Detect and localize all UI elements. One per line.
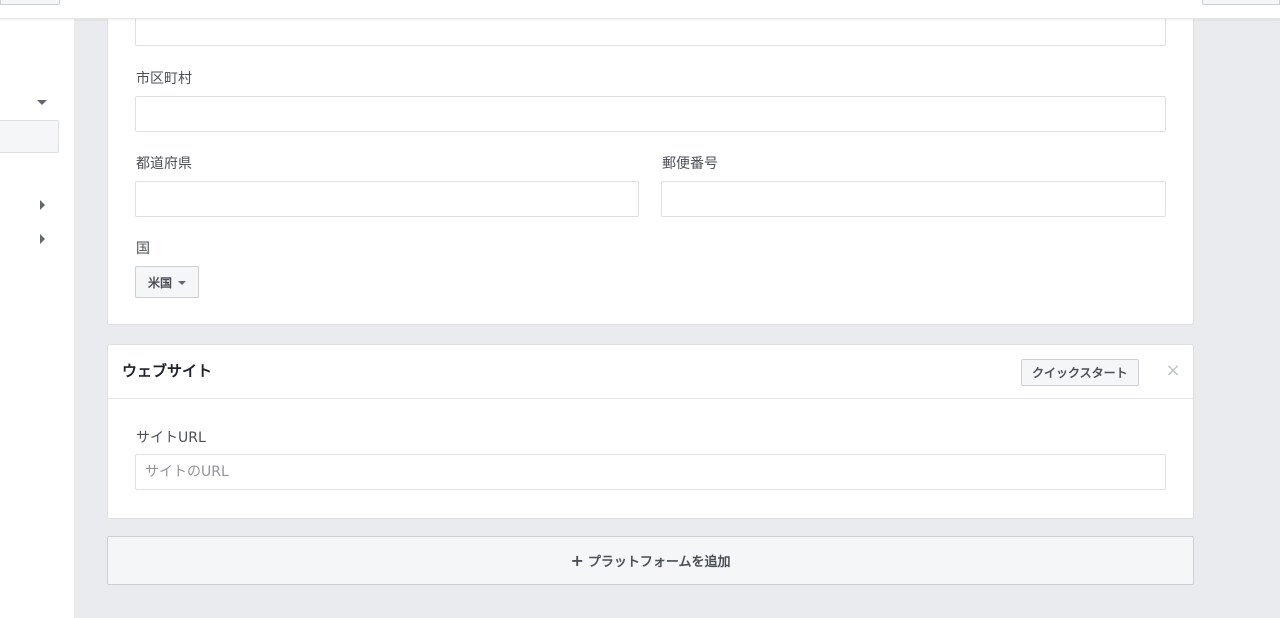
address-card: 市区町村 都道府県 郵便番号 国 米国 <box>107 0 1194 325</box>
caret-right-icon[interactable] <box>40 200 45 210</box>
city-label: 市区町村 <box>136 71 192 87</box>
chevron-down-icon <box>178 280 187 285</box>
website-card-header: ウェブサイト クイックスタート × <box>108 345 1193 399</box>
sidebar-field[interactable] <box>0 120 59 153</box>
top-bar <box>0 0 1280 19</box>
country-label: 国 <box>136 241 150 257</box>
quickstart-button[interactable]: クイックスタート <box>1021 359 1139 386</box>
postal-code-label: 郵便番号 <box>662 156 718 172</box>
add-platform-button[interactable]: + プラットフォームを追加 <box>107 536 1194 585</box>
add-platform-label: プラットフォームを追加 <box>587 555 731 570</box>
prefecture-label: 都道府県 <box>136 156 192 172</box>
site-url-label: サイトURL <box>136 430 206 446</box>
prefecture-input[interactable] <box>135 181 639 217</box>
plus-icon: + <box>570 550 584 570</box>
website-card-title: ウェブサイト <box>122 362 213 380</box>
close-icon[interactable]: × <box>1165 362 1181 380</box>
city-input[interactable] <box>135 96 1166 132</box>
site-url-input[interactable] <box>135 454 1166 490</box>
postal-code-input[interactable] <box>661 181 1166 217</box>
website-card: ウェブサイト クイックスタート × サイトURL <box>107 344 1194 519</box>
caret-right-icon[interactable] <box>40 234 45 244</box>
caret-down-icon[interactable] <box>37 100 47 105</box>
country-select[interactable]: 米国 <box>135 266 200 298</box>
country-select-value: 米国 <box>148 275 173 290</box>
left-sidebar <box>0 0 74 618</box>
top-left-button[interactable] <box>0 0 60 5</box>
top-right-button[interactable] <box>1202 0 1280 5</box>
